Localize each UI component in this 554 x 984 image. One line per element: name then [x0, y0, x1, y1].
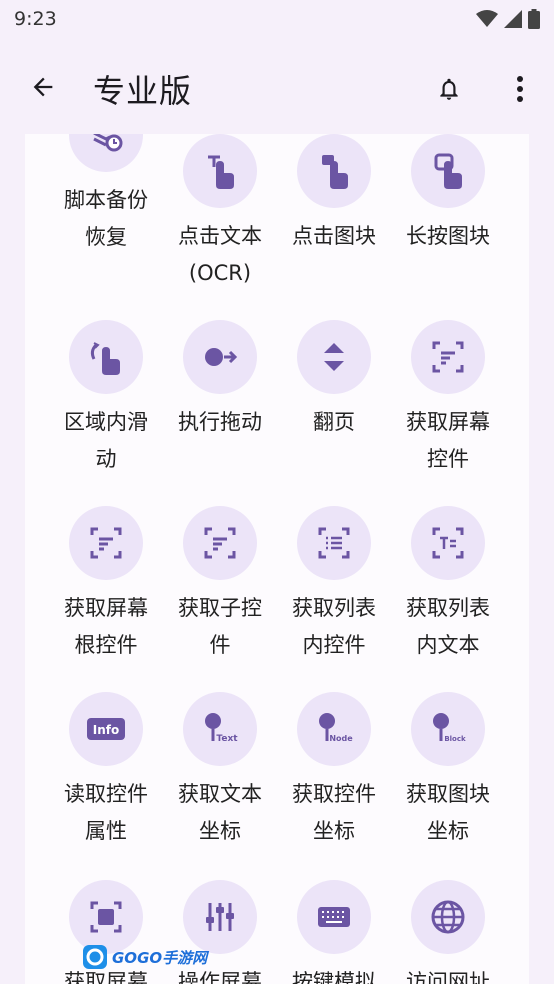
signal-icon: [504, 10, 522, 28]
tile-label: 长按图块: [406, 224, 490, 248]
tile-label: 按键模拟: [292, 970, 376, 984]
tile-label: 获取列表内控件: [292, 596, 376, 657]
more-vert-icon: [517, 76, 523, 102]
tile-read-attributes[interactable]: Info 读取控件属性: [49, 692, 163, 850]
tile-label: 读取控件属性: [64, 782, 148, 843]
app-bar: 专业版: [0, 38, 554, 134]
svg-text:Text: Text: [216, 734, 238, 744]
watermark: GOGO手游网: [82, 944, 207, 970]
tile-label: 获取控件坐标: [292, 782, 376, 843]
notification-button[interactable]: [430, 70, 468, 108]
tile-list-widget[interactable]: 获取列表内控件: [277, 506, 391, 664]
tile-label: 点击图块: [292, 224, 376, 248]
tile-backup-restore[interactable]: 脚本备份恢复: [49, 134, 163, 256]
tile-label: 获取屏幕根控件: [64, 596, 148, 657]
keyboard-icon: [318, 907, 350, 927]
tile-label: 执行拖动: [178, 410, 262, 434]
tile-tap-text[interactable]: 点击文本(OCR): [163, 134, 277, 292]
node-pin-icon: Node: [319, 713, 353, 743]
tile-swipe-area[interactable]: 区域内滑动: [49, 320, 163, 478]
globe-icon: [431, 900, 465, 934]
watermark-text: GOGO手游网: [112, 948, 208, 967]
page-title: 专业版: [93, 72, 193, 110]
tile-label: 脚本备份恢复: [64, 188, 148, 249]
tile-block-coord[interactable]: Block 获取图块坐标: [391, 692, 505, 850]
status-bar: 9:23: [0, 0, 554, 38]
screenshot-icon: [90, 901, 122, 933]
list-widget-icon: [318, 527, 350, 559]
drag-icon: [205, 348, 238, 366]
status-time: 9:23: [14, 8, 57, 30]
tile-root-widget[interactable]: 获取屏幕根控件: [49, 506, 163, 664]
list-text-icon: [432, 527, 464, 559]
svg-text:Node: Node: [329, 734, 353, 743]
tap-text-icon: [208, 155, 234, 189]
more-options-button[interactable]: [502, 70, 538, 108]
tile-label: 翻页: [313, 410, 355, 434]
tile-label: 区域内滑动: [64, 410, 148, 471]
battery-icon: [528, 9, 540, 29]
page-turn-icon: [324, 343, 344, 371]
swipe-area-icon: [90, 342, 120, 375]
block-pin-icon: Block: [433, 713, 466, 743]
tile-key-simulate[interactable]: 按键模拟: [277, 880, 391, 984]
tile-label: 获取屏幕控件: [406, 410, 490, 471]
sliders-icon: [206, 903, 234, 931]
feature-grid: 脚本备份恢复 点击文本(OCR) 点击图块 长按图块 区域内滑动 执行拖动 翻页…: [25, 134, 529, 984]
tile-screen-widget[interactable]: 获取屏幕控件: [391, 320, 505, 478]
arrow-back-icon: [33, 77, 53, 97]
backup-restore-icon: [93, 134, 123, 152]
tile-list-text[interactable]: 获取列表内文本: [391, 506, 505, 664]
tile-drag[interactable]: 执行拖动: [163, 320, 277, 441]
watermark-logo-icon: [83, 945, 107, 969]
tile-long-press[interactable]: 长按图块: [391, 134, 505, 255]
back-button[interactable]: [24, 68, 62, 106]
tile-label: 获取图块坐标: [406, 782, 490, 843]
bell-icon: [440, 78, 458, 100]
tile-page-turn[interactable]: 翻页: [277, 320, 391, 441]
long-press-icon: [434, 153, 462, 189]
tile-node-coord[interactable]: Node 获取控件坐标: [277, 692, 391, 850]
tile-label: 获取文本坐标: [178, 782, 262, 843]
tile-label: 访问网址: [406, 970, 490, 984]
tile-tap-image[interactable]: 点击图块: [277, 134, 391, 255]
svg-text:Info: Info: [93, 723, 119, 737]
text-pin-icon: Text: [205, 713, 238, 744]
tile-text-coord[interactable]: Text 获取文本坐标: [163, 692, 277, 850]
svg-text:Block: Block: [444, 735, 466, 743]
tap-image-icon: [322, 155, 348, 189]
wifi-icon: [476, 10, 498, 27]
tile-visit-url[interactable]: 访问网址: [391, 880, 505, 984]
tile-label: 点击文本(OCR): [178, 224, 262, 285]
tile-label: 获取子控件: [178, 596, 262, 657]
root-widget-icon: [90, 527, 122, 559]
screen-widget-icon: [432, 341, 464, 373]
info-icon: Info: [87, 718, 125, 740]
child-widget-icon: [204, 527, 236, 559]
tile-label: 获取列表内文本: [406, 596, 490, 657]
tile-child-widget[interactable]: 获取子控件: [163, 506, 277, 664]
